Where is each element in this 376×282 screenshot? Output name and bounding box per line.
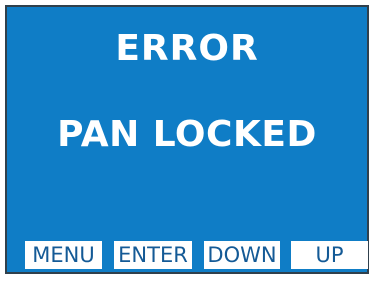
error-title: ERROR [115,28,259,69]
error-message: PAN LOCKED [57,114,317,155]
down-button[interactable]: DOWN [204,241,280,269]
enter-button[interactable]: ENTER [114,241,192,269]
device-display-screen: ERROR PAN LOCKED MENU ENTER DOWN UP [5,5,369,274]
up-button[interactable]: UP [291,241,368,269]
menu-button[interactable]: MENU [25,241,102,269]
